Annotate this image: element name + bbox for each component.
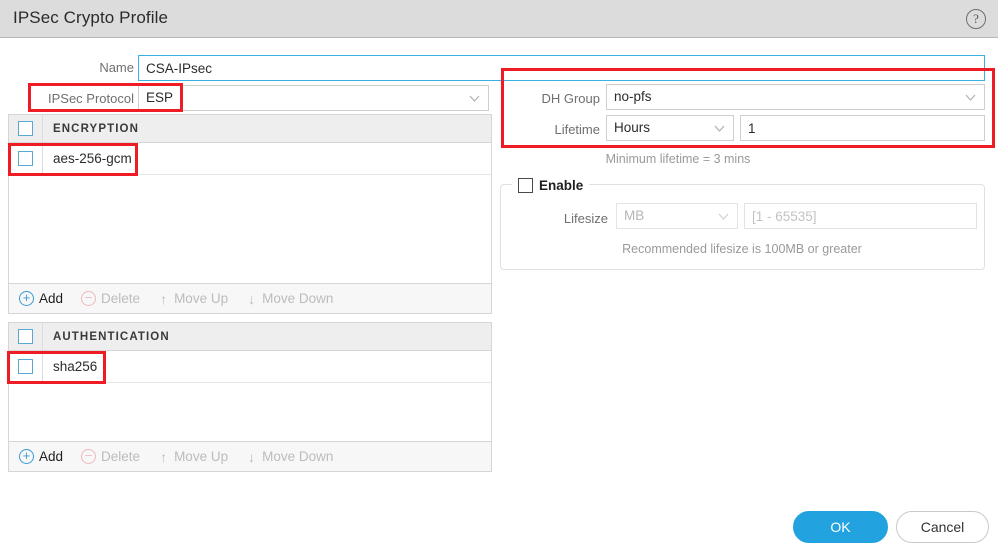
ok-button[interactable]: OK [793, 511, 888, 543]
dialog-titlebar: IPSec Crypto Profile ? [0, 0, 998, 38]
arrow-up-icon: ↑ [160, 448, 168, 465]
authentication-add-label: Add [39, 449, 64, 464]
cancel-button[interactable]: Cancel [896, 511, 989, 543]
encryption-add-button[interactable]: + Add [19, 291, 63, 306]
page-title: IPSec Crypto Profile [13, 8, 169, 27]
cancel-button-label: Cancel [920, 519, 965, 535]
encryption-panel-header: ENCRYPTION [9, 115, 491, 143]
chevron-down-icon [718, 213, 729, 220]
arrow-down-icon: ↓ [248, 448, 256, 465]
encryption-delete-button[interactable]: − Delete [81, 291, 140, 306]
row-checkbox-cell[interactable] [9, 143, 43, 174]
ipsec-crypto-profile-dialog: IPSec Crypto Profile ? Name IPSec Protoc… [0, 0, 998, 558]
encryption-row-label: aes-256-gcm [53, 151, 132, 166]
authentication-select-all-checkbox[interactable] [18, 329, 33, 344]
minus-circle-icon: − [81, 449, 97, 464]
minus-circle-icon: − [81, 291, 97, 306]
enable-label: Enable [539, 177, 584, 193]
table-row[interactable]: sha256 [9, 351, 491, 383]
lifetime-unit-value: Hours [614, 120, 651, 135]
lifesize-label: Lifesize [563, 211, 608, 226]
authentication-delete-button[interactable]: − Delete [81, 449, 140, 464]
authentication-delete-label: Delete [101, 449, 141, 464]
authentication-select-all-cell[interactable] [9, 323, 43, 350]
encryption-delete-label: Delete [101, 291, 141, 306]
arrow-down-icon: ↓ [248, 290, 256, 307]
dh-group-select[interactable]: no-pfs [606, 84, 985, 110]
lifesize-value-input[interactable] [744, 203, 977, 229]
help-icon[interactable]: ? [966, 9, 986, 29]
lifetime-unit-select[interactable]: Hours [606, 115, 734, 141]
lifesize-unit-select[interactable]: MB [616, 203, 738, 229]
ipsec-protocol-value: ESP [146, 90, 174, 105]
lifetime-label: Lifetime [554, 122, 600, 137]
authentication-toolbar: + Add − Delete ↑ Move Up ↓ Move Down [9, 441, 491, 471]
ipsec-protocol-label: IPSec Protocol [48, 91, 134, 106]
ipsec-protocol-select[interactable]: ESP [138, 85, 489, 111]
authentication-move-down-label: Move Down [262, 449, 334, 464]
authentication-column-header: AUTHENTICATION [53, 330, 170, 343]
plus-circle-icon: + [19, 291, 34, 306]
encryption-move-down-label: Move Down [262, 291, 334, 306]
chevron-down-icon [714, 125, 725, 132]
enable-checkbox[interactable] [518, 177, 533, 193]
encryption-add-label: Add [39, 291, 64, 306]
dh-group-value: no-pfs [614, 89, 652, 104]
row-checkbox[interactable] [18, 151, 33, 166]
encryption-select-all-cell[interactable] [9, 115, 43, 142]
authentication-move-up-label: Move Up [174, 449, 229, 464]
encryption-panel-body: aes-256-gcm [9, 143, 491, 283]
enable-legend: Enable [512, 175, 590, 195]
ok-button-label: OK [830, 519, 851, 535]
chevron-down-icon [469, 95, 480, 102]
arrow-up-icon: ↑ [160, 290, 168, 307]
authentication-add-button[interactable]: + Add [19, 449, 63, 464]
table-row[interactable]: aes-256-gcm [9, 143, 491, 175]
authentication-panel-header: AUTHENTICATION [9, 323, 491, 351]
plus-circle-icon: + [19, 449, 34, 464]
dh-group-label: DH Group [541, 91, 600, 106]
chevron-down-icon [965, 94, 976, 101]
lifetime-hint: Minimum lifetime = 3 mins [605, 152, 751, 166]
authentication-panel-body: sha256 [9, 351, 491, 441]
lifesize-unit-value: MB [624, 208, 645, 223]
authentication-row-label: sha256 [53, 359, 98, 374]
authentication-move-down-button[interactable]: ↓ Move Down [246, 449, 333, 465]
row-checkbox[interactable] [18, 359, 33, 374]
name-input[interactable] [138, 55, 985, 81]
encryption-move-up-button[interactable]: ↑ Move Up [158, 291, 228, 307]
authentication-move-up-button[interactable]: ↑ Move Up [158, 449, 228, 465]
encryption-move-down-button[interactable]: ↓ Move Down [246, 291, 333, 307]
encryption-toolbar: + Add − Delete ↑ Move Up ↓ Move Down [9, 283, 491, 313]
name-label: Name [99, 60, 134, 75]
encryption-column-header: ENCRYPTION [53, 122, 139, 135]
row-checkbox-cell[interactable] [9, 351, 43, 382]
encryption-select-all-checkbox[interactable] [18, 121, 33, 136]
encryption-move-up-label: Move Up [174, 291, 229, 306]
authentication-panel: AUTHENTICATION sha256 + Add − Delete ↑ M… [8, 322, 492, 472]
lifesize-hint: Recommended lifesize is 100MB or greater [622, 242, 862, 256]
lifetime-value-input[interactable] [740, 115, 985, 141]
encryption-panel: ENCRYPTION aes-256-gcm + Add − Delete ↑ … [8, 114, 492, 314]
